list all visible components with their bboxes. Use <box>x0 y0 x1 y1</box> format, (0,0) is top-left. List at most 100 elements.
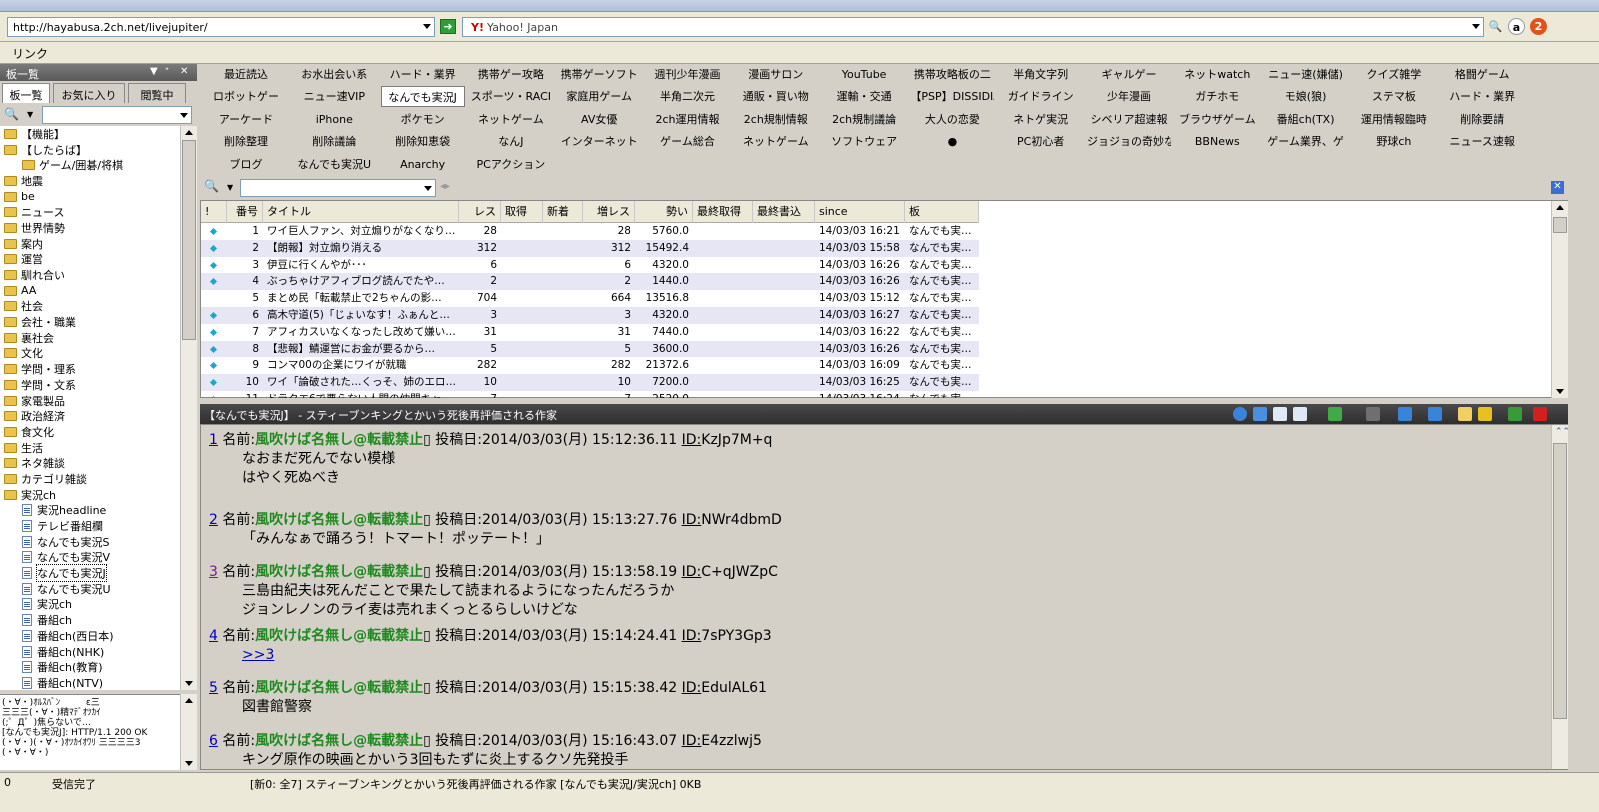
tree-item[interactable]: be <box>0 189 180 205</box>
tree-item[interactable]: 【したらば】 <box>0 142 180 158</box>
chevron-down-icon[interactable] <box>423 24 431 29</box>
board-button[interactable]: 家庭用ゲーム <box>557 86 641 107</box>
board-button[interactable]: 2ch運用情報 <box>646 109 730 130</box>
board-button[interactable]: 削除整理 <box>204 131 288 152</box>
board-button[interactable]: Anarchy <box>381 154 465 175</box>
board-button[interactable]: ステマ板 <box>1352 86 1436 107</box>
tree-item[interactable]: 生活 <box>0 440 180 456</box>
links-label[interactable]: リンク <box>12 47 48 61</box>
column-header[interactable]: 勢い <box>635 201 693 223</box>
dropdown-icon[interactable]: ▼ <box>150 66 158 77</box>
board-button[interactable]: 【PSP】DISSIDIA <box>910 86 994 107</box>
tree-item[interactable]: テレビ番組欄 <box>0 518 180 534</box>
column-header[interactable]: 新着 <box>543 201 583 223</box>
board-button[interactable]: ネットwatch <box>1175 64 1259 85</box>
next-icon[interactable] <box>1428 407 1442 421</box>
post-id-label[interactable]: ID: <box>682 628 702 644</box>
table-row[interactable]: 8 【悲報】鯖運営にお金が要るから… 5 5 3600.0 14/03/03 16:26 な… <box>201 340 979 358</box>
scroll-down-icon[interactable] <box>185 761 193 766</box>
board-button[interactable]: YouTube <box>822 64 906 85</box>
board-button[interactable]: ジョジョの奇妙な <box>1087 131 1171 152</box>
column-header[interactable]: since <box>815 201 905 223</box>
board-button[interactable]: なんでも実況J <box>380 86 465 108</box>
tree-item[interactable]: 番組ch <box>0 612 180 628</box>
chevron-down-icon[interactable] <box>180 113 188 118</box>
tree-item[interactable]: 文化 <box>0 346 180 362</box>
board-button[interactable]: 格闘ゲーム <box>1440 64 1524 85</box>
board-button[interactable]: 通販・買い物 <box>734 86 818 107</box>
table-row[interactable]: 6 高木守道(5)「じょいなす！ふぁんと… 3 3 4320.0 14/03/03 16:… <box>201 307 979 324</box>
board-button[interactable]: 携帯ゲーソフト <box>557 64 641 85</box>
search-icon[interactable]: 🔍 <box>1487 18 1504 35</box>
close-icon[interactable]: ✕ <box>1551 181 1564 194</box>
scroll-thumb[interactable] <box>1553 443 1567 719</box>
thread-list-scrollbar[interactable] <box>1551 201 1568 398</box>
bookmark-icon[interactable] <box>1508 407 1522 421</box>
post-number[interactable]: 5 <box>209 680 218 696</box>
board-button[interactable]: AV女優 <box>557 109 641 130</box>
board-button[interactable]: ネットゲーム <box>734 131 818 152</box>
column-header[interactable]: 最終取得 <box>693 201 753 223</box>
scroll-thumb[interactable] <box>1553 217 1567 233</box>
board-button[interactable]: ハード・業界 <box>381 64 465 85</box>
board-button[interactable]: 携帯攻略板の二 <box>910 64 994 85</box>
tree-item[interactable]: 番組ch(NHK) <box>0 644 180 660</box>
board-button[interactable]: PC初心者 <box>999 131 1083 152</box>
tree-item[interactable]: 実況ch <box>0 487 180 503</box>
search-engine-input[interactable]: Y! Yahoo! Japan <box>462 17 1484 37</box>
tree-item[interactable]: カテゴリ雑談 <box>0 471 180 487</box>
tree-item[interactable]: 世界情勢 <box>0 220 180 236</box>
board-button[interactable]: 2ch規制情報 <box>734 109 818 130</box>
post-number[interactable]: 4 <box>209 628 218 644</box>
board-button[interactable]: なんJ <box>469 131 553 152</box>
board-button[interactable]: お水出会い系 <box>292 64 376 85</box>
post-id-label[interactable]: ID: <box>682 733 702 749</box>
tree-item[interactable]: 番組ch(NTV) <box>0 675 180 690</box>
board-button[interactable]: 番組ch(TX) <box>1264 109 1348 130</box>
filter-icon[interactable] <box>1253 407 1267 421</box>
tree-item[interactable]: 実況ch <box>0 597 180 613</box>
reply-anchor[interactable]: >>3 <box>242 647 274 663</box>
board-button[interactable]: iPhone <box>292 109 376 130</box>
refresh-document-icon[interactable] <box>1293 407 1307 421</box>
tree-item[interactable]: 番組ch(教育) <box>0 659 180 675</box>
tree-item[interactable]: 学問・理系 <box>0 361 180 377</box>
post-id-label[interactable]: ID: <box>682 432 702 448</box>
document-icon[interactable] <box>1273 407 1287 421</box>
board-button[interactable]: 削除要請 <box>1440 109 1524 130</box>
tree-item[interactable]: 実況headline <box>0 503 180 519</box>
board-button[interactable]: BBNews <box>1175 131 1259 152</box>
board-button[interactable]: ニュース速報 <box>1440 131 1524 152</box>
close-icon[interactable]: ✕ <box>180 66 188 77</box>
post-id-label[interactable]: ID: <box>682 564 702 580</box>
tree-item[interactable]: ニュース <box>0 204 180 220</box>
tree-item[interactable]: なんでも実況S <box>0 534 180 550</box>
notepad-icon[interactable] <box>1458 407 1472 421</box>
go-button[interactable]: ➜ <box>440 19 456 34</box>
tree-item[interactable]: 馴れ合い <box>0 267 180 283</box>
board-button[interactable]: モ娘(狼) <box>1264 86 1348 107</box>
board-button[interactable]: シベリア超速報 <box>1087 109 1171 130</box>
2ch-icon[interactable]: 2 <box>1530 18 1547 35</box>
table-row[interactable]: 3 伊豆に行くんやが･･･ 6 6 4320.0 14/03/03 16:26 なんでも実… <box>201 257 979 274</box>
board-button[interactable]: ポケモン <box>381 109 465 130</box>
board-button[interactable]: 2ch規制議論 <box>822 109 906 130</box>
board-button[interactable]: ● <box>910 131 994 152</box>
tab-browsing[interactable]: 閲覧中 <box>128 83 186 103</box>
url-input[interactable]: http://hayabusa.2ch.net/livejupiter/ <box>7 17 435 37</box>
board-button[interactable]: ニュー速VIP <box>292 86 376 107</box>
thread-filter-input[interactable] <box>240 179 436 197</box>
board-button[interactable]: ゲーム総合 <box>646 131 730 152</box>
tree-item[interactable]: ネタ雑談 <box>0 455 180 471</box>
tree-scrollbar[interactable] <box>180 126 197 690</box>
tree-item[interactable]: 会社・職業 <box>0 314 180 330</box>
chevron-down-icon[interactable]: ▼ <box>227 183 233 192</box>
board-button[interactable]: PCアクション <box>469 154 553 175</box>
tree-item[interactable]: 裏社会 <box>0 330 180 346</box>
board-button[interactable]: ニュー速(嫌儲) <box>1264 64 1348 85</box>
column-header[interactable]: レス <box>459 201 501 223</box>
board-button[interactable]: 運輸・交通 <box>822 86 906 107</box>
scroll-top-icon[interactable]: ⌃⌃ <box>1555 427 1570 437</box>
table-row[interactable]: 1 ワイ巨人ファン、対立煽りがなくなり… 28 28 5760.0 14/03/03 16… <box>201 223 979 240</box>
column-header[interactable]: タイトル <box>263 201 459 223</box>
